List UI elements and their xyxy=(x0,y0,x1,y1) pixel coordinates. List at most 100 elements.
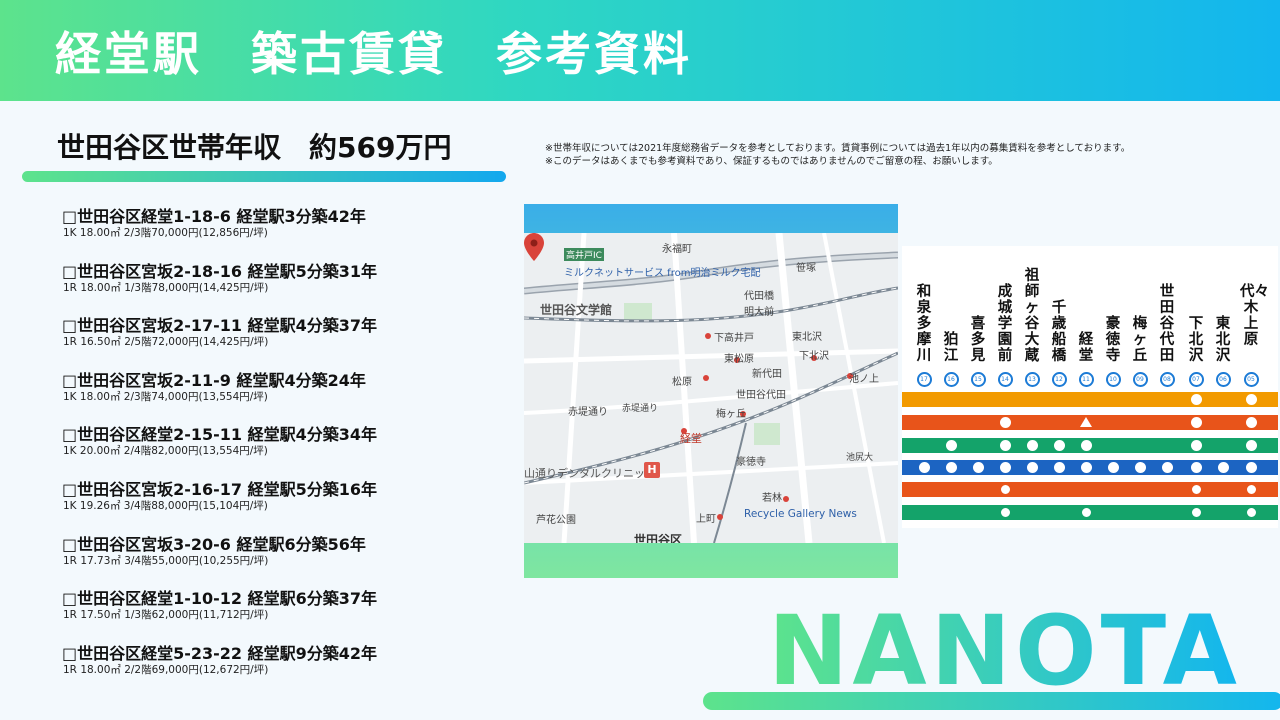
stop-dot xyxy=(1189,483,1203,496)
listing-title: □世田谷区宮坂2-17-11 経堂駅4分築37年 xyxy=(62,316,378,336)
station-number-badge: 16 xyxy=(943,372,959,387)
listing-title: □世田谷区宮坂2-18-16 経堂駅5分築31年 xyxy=(62,261,378,281)
station-name: 経堂 xyxy=(1078,332,1094,364)
map-label: 下高井戸 xyxy=(714,333,754,344)
map-label: 赤堤通り xyxy=(568,407,608,418)
stop-dot xyxy=(1080,440,1092,451)
stop-dot xyxy=(1026,440,1038,451)
map-label: 高井戸IC xyxy=(564,248,604,261)
note-line: ※世帯年収については2021年度総務省データを参考としております。賃貸事例につい… xyxy=(545,143,1131,154)
stop-triangle xyxy=(1080,417,1092,427)
stop-dot xyxy=(998,506,1012,519)
stop-dot xyxy=(918,462,930,473)
stop-dot xyxy=(1245,417,1257,428)
station-number-badge: 12 xyxy=(1051,372,1067,387)
map-label: 笹塚 xyxy=(796,263,816,274)
map-label: 明大前 xyxy=(744,307,774,318)
page-title: 経堂駅 築古賃貸 参考資料 xyxy=(55,27,692,81)
map-roads xyxy=(524,233,898,543)
station-number-badge: 13 xyxy=(1024,372,1040,387)
map-label: 池ノ上 xyxy=(849,374,879,385)
stop-dot xyxy=(1161,462,1173,473)
footer-bar xyxy=(703,692,1280,710)
map-label: 東松原 xyxy=(724,354,754,365)
station-name: 喜多見 xyxy=(970,316,986,364)
listing-item: □世田谷区宮坂2-16-17 経堂駅5分築16年 1K 19.26㎡ 3/4階8… xyxy=(62,480,377,535)
stop-dot xyxy=(1217,462,1229,473)
listing-detail: 1R 16.50㎡ 2/5階72,000円(14,425円/坪) xyxy=(63,336,269,349)
map-label: 世田谷代田 xyxy=(736,390,786,401)
household-income-heading: 世田谷区世帯年収 約569万円 xyxy=(57,131,452,164)
station-name: 祖師ヶ谷大蔵 xyxy=(1024,268,1040,364)
map-label: 芦花公園 xyxy=(536,515,576,526)
stop-dot xyxy=(1053,440,1065,451)
station-number-badge: 17 xyxy=(916,372,932,387)
stop-dot xyxy=(1244,506,1258,519)
brand-logo: NANOTA xyxy=(768,595,1241,707)
listing-detail: 1R 17.73㎡ 3/4階55,000円(10,255円/坪) xyxy=(63,554,269,567)
listing-item: □世田谷区宮坂2-11-9 経堂駅4分築24年 1K 18.00㎡ 2/3階74… xyxy=(62,371,377,426)
listing-item: □世田谷区経堂1-18-6 経堂駅3分築42年 1K 18.00㎡ 2/3階70… xyxy=(62,207,377,262)
listing-title: □世田谷区宮坂2-16-17 経堂駅5分築16年 xyxy=(62,479,378,499)
listing-item: □世田谷区経堂1-10-12 経堂駅6分築37年 1R 17.50㎡ 1/3階6… xyxy=(62,589,377,644)
route-line-orange xyxy=(902,392,1278,407)
station-number-badge: 10 xyxy=(1105,372,1121,387)
station-name: 成城学園前 xyxy=(997,284,1013,364)
map-label: 上町 xyxy=(696,514,716,525)
station-name: 東北沢 xyxy=(1215,316,1231,364)
listing-title: □世田谷区経堂5-23-22 経堂駅9分築42年 xyxy=(62,643,378,663)
route-line-red-2 xyxy=(902,482,1278,497)
map-label: 下北沢 xyxy=(799,351,829,362)
station-number-badge: 08 xyxy=(1159,372,1175,387)
stop-dot xyxy=(1189,506,1203,519)
map-label: 新代田 xyxy=(752,369,782,380)
station-name: 下北沢 xyxy=(1188,316,1204,364)
stop-dot xyxy=(1026,462,1038,473)
stop-dot xyxy=(945,440,957,451)
station-number-badge: 14 xyxy=(997,372,1013,387)
income-underline-bar xyxy=(22,171,506,182)
station-name: 豪徳寺 xyxy=(1105,316,1121,364)
listing-item: □世田谷区経堂5-23-22 経堂駅9分築42年 1R 18.00㎡ 2/2階6… xyxy=(62,644,377,699)
map-label: 世田谷文学館 xyxy=(540,303,613,317)
map-label: 世田谷区 xyxy=(634,533,683,543)
stop-dot xyxy=(1079,506,1093,519)
listing-title: □世田谷区宮坂2-11-9 経堂駅4分築24年 xyxy=(62,370,366,390)
map-label: ミルクネットサービス from明治ミルク宅配 xyxy=(564,268,761,279)
stop-dot xyxy=(1107,462,1119,473)
listing-detail: 1K 20.00㎡ 2/4階82,000円(13,554円/坪) xyxy=(63,445,268,458)
stop-dot xyxy=(1190,440,1202,451)
station-number-badge: 05 xyxy=(1243,372,1259,387)
map-label: 山通りデンタルクリニック xyxy=(524,467,656,480)
station-name: 千歳船橋 xyxy=(1051,300,1067,364)
station-name: 梅ヶ丘 xyxy=(1132,316,1148,364)
listing-item: □世田谷区宮坂2-17-11 経堂駅4分築37年 1R 16.50㎡ 2/5階7… xyxy=(62,316,377,371)
station-number-badge: 06 xyxy=(1215,372,1231,387)
map-label: 東北沢 xyxy=(792,332,822,343)
listing-item: □世田谷区経堂2-15-11 経堂駅4分築34年 1K 20.00㎡ 2/4階8… xyxy=(62,425,377,480)
rental-listings: □世田谷区経堂1-18-6 経堂駅3分築42年 1K 18.00㎡ 2/3階70… xyxy=(62,207,377,698)
map-label: 代田橋 xyxy=(744,291,774,302)
listing-item: □世田谷区宮坂3-20-6 経堂駅6分築56年 1R 17.73㎡ 3/4階55… xyxy=(62,535,377,590)
station-number-badge: 07 xyxy=(1188,372,1204,387)
listing-title: □世田谷区経堂2-15-11 経堂駅4分築34年 xyxy=(62,425,378,445)
stop-dot xyxy=(999,417,1011,428)
stop-dot xyxy=(1053,462,1065,473)
disclaimer-notes: ※世帯年収については2021年度総務省データを参考としております。賃貸事例につい… xyxy=(545,142,1130,168)
map-label: 豪徳寺 xyxy=(736,457,766,468)
area-map: 高井戸IC ミルクネットサービス from明治ミルク宅配 永福町 笹塚 代田橋 … xyxy=(524,233,898,543)
station-number-badge: 09 xyxy=(1132,372,1148,387)
location-pin-icon xyxy=(524,233,544,261)
map-label: 梅ヶ丘 xyxy=(716,409,746,420)
stop-dot xyxy=(1190,417,1202,428)
listing-title: □世田谷区経堂1-10-12 経堂駅6分築37年 xyxy=(62,589,378,609)
header-banner: 経堂駅 築古賃貸 参考資料 xyxy=(0,0,1280,101)
listing-detail: 1R 18.00㎡ 1/3階78,000円(14,425円/坪) xyxy=(63,281,269,294)
stop-dot xyxy=(1245,440,1257,451)
stop-dot xyxy=(998,483,1012,496)
station-name: 和泉多摩川 xyxy=(916,284,932,364)
stop-dot xyxy=(1080,462,1092,473)
station-name: 世田谷代田 xyxy=(1159,284,1175,364)
listing-detail: 1K 19.26㎡ 3/4階88,000円(15,104円/坪) xyxy=(63,499,268,512)
stop-dot xyxy=(1244,483,1258,496)
